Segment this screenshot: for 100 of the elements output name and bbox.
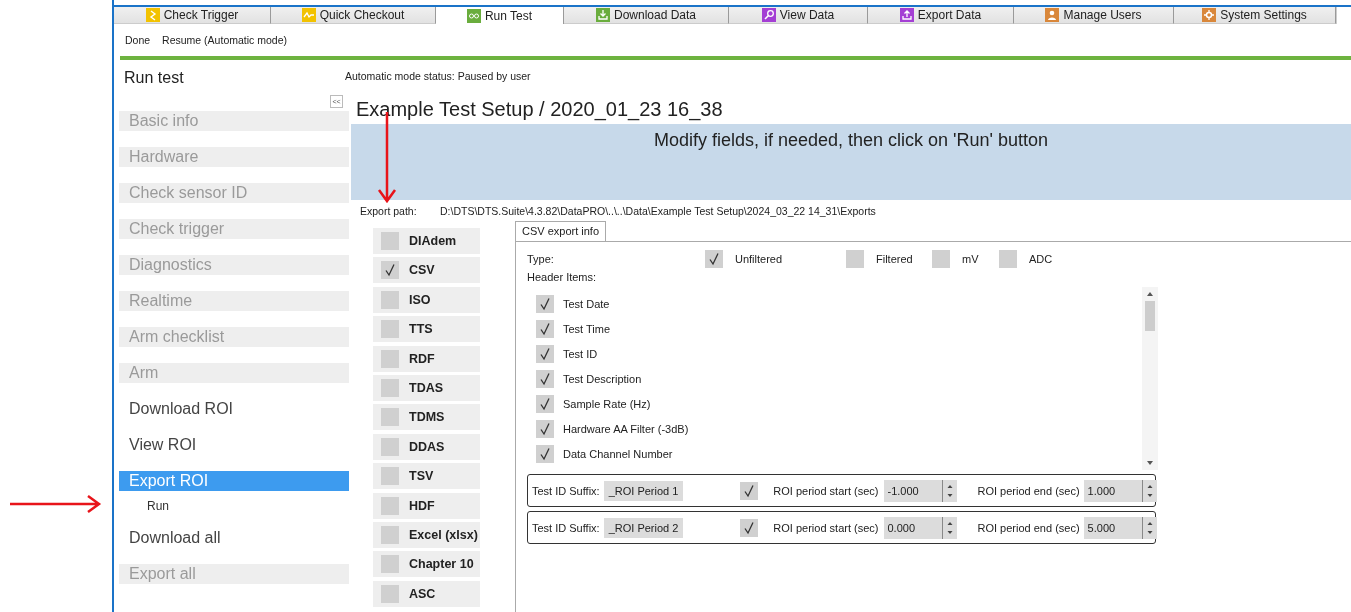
header-items-label: Header Items:: [527, 271, 597, 285]
checkbox[interactable]: [381, 232, 399, 250]
checkbox[interactable]: [932, 250, 950, 268]
format-option[interactable]: HDF: [373, 492, 480, 519]
tab[interactable]: System Settings: [1174, 7, 1336, 24]
header-item-label: Test Date: [563, 297, 610, 310]
format-option[interactable]: TSV: [373, 463, 480, 490]
checkbox[interactable]: [381, 320, 399, 339]
start-spinbox[interactable]: 0.000: [883, 516, 957, 539]
type-label: Type:: [527, 253, 555, 265]
checkbox[interactable]: [381, 349, 399, 368]
checkbox[interactable]: [536, 419, 554, 438]
checkbox[interactable]: [381, 467, 399, 486]
checkbox[interactable]: [740, 518, 759, 537]
option-label: Unfiltered: [735, 253, 783, 265]
tab[interactable]: View Data: [729, 7, 868, 24]
sidebar-title: Run test: [124, 69, 184, 88]
end-spinbox[interactable]: 1.000: [1083, 479, 1157, 502]
format-label: TDMS: [409, 410, 445, 425]
checkbox[interactable]: [536, 344, 554, 363]
checkbox[interactable]: [740, 481, 759, 500]
format-option[interactable]: ASC: [373, 580, 480, 607]
suffix-field[interactable]: _ROI Period 1: [603, 480, 684, 501]
sidebar-item[interactable]: Download all: [119, 528, 349, 548]
wave-icon: [301, 8, 316, 22]
option-label: mV: [962, 253, 979, 265]
format-option[interactable]: TDAS: [373, 374, 480, 401]
checkbox[interactable]: [381, 378, 399, 397]
status-text: Automatic mode status: Paused by user: [345, 70, 531, 84]
header-item-label: Data Channel Number: [563, 447, 673, 460]
tab[interactable]: Check Trigger: [114, 7, 271, 24]
format-label: CSV: [409, 263, 435, 278]
scrollbar[interactable]: [1142, 287, 1158, 470]
checkbox[interactable]: [536, 444, 554, 463]
format-option[interactable]: CSV: [373, 257, 480, 284]
checkbox[interactable]: [381, 496, 399, 515]
two-circles-icon: [466, 8, 481, 23]
checkbox[interactable]: [381, 408, 399, 427]
download-icon: [595, 8, 610, 22]
start-label: ROI period start (sec): [773, 484, 879, 497]
header-item-label: Test Description: [563, 372, 642, 385]
checkbox[interactable]: [381, 584, 399, 603]
format-option[interactable]: RDF: [373, 345, 480, 372]
checkbox[interactable]: [536, 369, 554, 388]
scrollbar-thumb[interactable]: [1145, 301, 1155, 331]
checkbox[interactable]: [999, 250, 1017, 268]
sidebar-item[interactable]: Download ROI: [119, 399, 349, 419]
tab[interactable]: Export Data: [868, 7, 1014, 24]
format-option[interactable]: ISO: [373, 286, 480, 313]
checkbox[interactable]: [536, 394, 554, 413]
suffix-label: Test ID Suffix:: [532, 521, 600, 534]
option-label: Filtered: [876, 253, 913, 265]
user-icon: [1045, 8, 1060, 22]
format-option[interactable]: Excel (xlsx): [373, 521, 480, 548]
format-label: TTS: [409, 322, 433, 337]
checkbox[interactable]: [381, 555, 399, 574]
checkbox[interactable]: [536, 319, 554, 338]
format-label: Chapter 10: [409, 557, 474, 572]
zigzag-icon: [145, 8, 160, 22]
format-label: TDAS: [409, 380, 444, 395]
end-label: ROI period end (sec): [977, 484, 1080, 497]
tab[interactable]: Manage Users: [1014, 7, 1174, 24]
export-path-value: D:\DTS\DTS.Suite\4.3.82\DataPRO\..\..\Data\Example Test Setup\2024_03_22 14_31\Exports: [440, 205, 876, 219]
page-title: Example Test Setup / 2020_01_23 16_38: [356, 98, 723, 123]
header-item-label: Hardware AA Filter (-3dB): [563, 422, 689, 435]
checkbox[interactable]: [381, 437, 399, 456]
toolbar-button[interactable]: Resume (Automatic mode): [162, 34, 287, 46]
format-option[interactable]: DDAS: [373, 433, 480, 460]
format-option[interactable]: DIAdem: [373, 228, 480, 254]
end-label: ROI period end (sec): [977, 521, 1080, 534]
settings-icon: [1202, 8, 1217, 22]
tab[interactable]: Quick Checkout: [271, 7, 436, 24]
checkbox[interactable]: [536, 294, 554, 313]
start-spinbox[interactable]: -1.000: [883, 479, 957, 502]
checkbox[interactable]: [705, 250, 723, 268]
sidebar-subitem[interactable]: Run: [119, 497, 169, 515]
format-label: TSV: [409, 469, 434, 484]
header-item-label: Test ID: [563, 347, 598, 360]
start-label: ROI period start (sec): [773, 521, 879, 534]
format-label: DDAS: [409, 439, 445, 454]
suffix-label: Test ID Suffix:: [532, 484, 600, 497]
checkbox[interactable]: [381, 261, 399, 280]
format-option[interactable]: Chapter 10: [373, 551, 480, 578]
suffix-field[interactable]: _ROI Period 2: [603, 517, 684, 538]
sidebar-item[interactable]: View ROI: [119, 435, 349, 455]
upload-icon: [899, 8, 914, 22]
panel-tab[interactable]: CSV export info: [515, 221, 607, 241]
tab[interactable]: Download Data: [564, 7, 729, 24]
format-label: ISO: [409, 292, 431, 307]
header-item-label: Test Time: [563, 322, 611, 335]
checkbox[interactable]: [381, 525, 399, 544]
export-path-label: Export path:: [360, 205, 418, 219]
format-option[interactable]: TTS: [373, 316, 480, 343]
end-spinbox[interactable]: 5.000: [1083, 516, 1157, 539]
checkbox[interactable]: [381, 290, 399, 309]
header-item-label: Sample Rate (Hz): [563, 397, 651, 410]
toolbar-button[interactable]: Done: [125, 34, 151, 46]
format-label: DIAdem: [409, 234, 457, 248]
checkbox[interactable]: [846, 250, 864, 268]
format-option[interactable]: TDMS: [373, 404, 480, 431]
